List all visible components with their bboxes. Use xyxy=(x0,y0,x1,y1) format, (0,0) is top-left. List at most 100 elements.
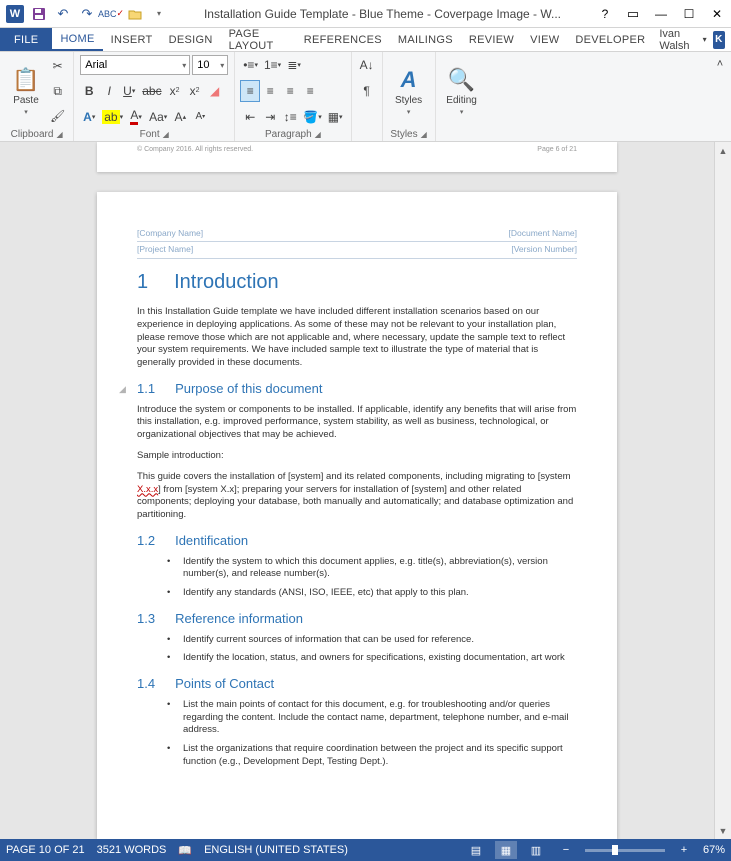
copy-button[interactable]: ⧉ xyxy=(48,81,67,101)
borders-button[interactable]: ▦▾ xyxy=(326,107,345,127)
font-size-select[interactable]: 10▾ xyxy=(192,55,228,75)
tab-developer[interactable]: DEVELOPER xyxy=(567,28,653,51)
tab-page-layout[interactable]: PAGE LAYOUT xyxy=(221,28,296,51)
zoom-slider[interactable] xyxy=(585,849,665,852)
status-page[interactable]: PAGE 10 OF 21 xyxy=(6,844,85,856)
styles-launcher[interactable]: ◢ xyxy=(421,130,427,139)
text-effects-button[interactable]: A▾ xyxy=(80,107,98,127)
clear-format-button[interactable]: ◢ xyxy=(206,81,224,101)
tab-references[interactable]: REFERENCES xyxy=(296,28,390,51)
cut-button[interactable]: ✂ xyxy=(48,56,67,76)
align-right-button[interactable]: ≡ xyxy=(281,81,299,101)
spacing-icon: ↕≡ xyxy=(284,110,297,124)
strikethrough-button[interactable]: abc xyxy=(140,81,163,101)
align-left-button[interactable]: ≡ xyxy=(241,81,259,101)
clipboard-icon: 📋 xyxy=(12,67,39,93)
align-center-icon: ≡ xyxy=(267,84,274,98)
zoom-in-button[interactable]: + xyxy=(673,841,695,859)
view-print-button[interactable]: ▦ xyxy=(495,841,517,859)
list-item: List the main points of contact for this… xyxy=(167,699,577,737)
zoom-out-button[interactable]: − xyxy=(555,841,577,859)
numbering-button[interactable]: 1≡▾ xyxy=(262,55,283,75)
close-button[interactable]: ✕ xyxy=(703,3,731,25)
save-button[interactable] xyxy=(28,3,50,25)
ribbon-options-button[interactable]: ▭ xyxy=(619,3,647,25)
header-project: [Project Name] xyxy=(137,244,193,255)
scroll-down-button[interactable]: ▼ xyxy=(715,822,731,839)
bullets-button[interactable]: •≡▾ xyxy=(241,55,260,75)
quick-access-toolbar: W ↶ ↷ ABC✓ ▾ xyxy=(0,3,174,25)
styles-button[interactable]: A Styles ▾ xyxy=(389,54,429,128)
tab-mailings[interactable]: MAILINGS xyxy=(390,28,461,51)
document-page[interactable]: [Company Name] [Document Name] [Project … xyxy=(97,192,617,839)
tab-insert[interactable]: INSERT xyxy=(103,28,161,51)
tab-review[interactable]: REVIEW xyxy=(461,28,522,51)
change-case-button[interactable]: Aa▾ xyxy=(147,107,169,127)
view-web-button[interactable]: ▥ xyxy=(525,841,547,859)
decrease-indent-button[interactable]: ⇤ xyxy=(241,107,259,127)
word-app-icon[interactable]: W xyxy=(4,3,26,25)
footer-page-number: Page 6 of 21 xyxy=(537,146,577,153)
justify-button[interactable]: ≡ xyxy=(301,81,319,101)
highlight-button[interactable]: ab▾ xyxy=(100,107,125,127)
open-button[interactable] xyxy=(124,3,146,25)
font-name-select[interactable]: Arial▾ xyxy=(80,55,190,75)
title-bar: W ↶ ↷ ABC✓ ▾ Installation Guide Template… xyxy=(0,0,731,28)
paragraph-launcher[interactable]: ◢ xyxy=(315,130,321,139)
collapse-ribbon-button[interactable]: ˄ xyxy=(711,54,729,74)
status-language[interactable]: ENGLISH (UNITED STATES) xyxy=(204,844,348,856)
user-account[interactable]: Ivan Walsh ▾ K xyxy=(653,28,731,51)
align-left-icon: ≡ xyxy=(247,84,254,98)
s3-bullets: Identify current sources of information … xyxy=(137,634,577,666)
zoom-level[interactable]: 67% xyxy=(703,844,725,856)
italic-button[interactable]: I xyxy=(100,81,118,101)
format-painter-button[interactable]: 🖌 xyxy=(48,106,67,126)
shading-button[interactable]: 🪣▾ xyxy=(301,107,323,127)
minimize-button[interactable]: — xyxy=(647,3,675,25)
redo-button[interactable]: ↷ xyxy=(76,3,98,25)
underline-button[interactable]: U▾ xyxy=(120,81,138,101)
numbering-icon: 1≡ xyxy=(264,58,278,72)
group-styles: A Styles ▾ Styles◢ xyxy=(383,52,436,141)
line-spacing-button[interactable]: ↕≡ xyxy=(281,107,299,127)
s1-p3: This guide covers the installation of [s… xyxy=(137,471,577,522)
previous-page-bottom: © Company 2016. All rights reserved. Pag… xyxy=(97,142,617,172)
editing-button[interactable]: 🔍 Editing ▾ xyxy=(442,54,482,128)
view-read-button[interactable]: ▤ xyxy=(465,841,487,859)
heading-1-1: ◢ 1.1Purpose of this document xyxy=(137,380,577,398)
increase-indent-button[interactable]: ⇥ xyxy=(261,107,279,127)
status-proofing-icon[interactable]: 📖 xyxy=(178,844,192,857)
indent-icon: ⇥ xyxy=(265,110,275,124)
subscript-button[interactable]: x2 xyxy=(166,81,184,101)
font-color-button[interactable]: A▾ xyxy=(127,107,145,127)
tab-home[interactable]: HOME xyxy=(52,28,102,51)
clipboard-launcher[interactable]: ◢ xyxy=(56,130,62,139)
grow-font-button[interactable]: A▴ xyxy=(171,107,189,127)
group-paragraph: •≡▾ 1≡▾ ≣▾ ≡ ≡ ≡ ≡ ⇤ ⇥ ↕≡ 🪣▾ ▦▾ Paragrap… xyxy=(235,52,351,141)
spellcheck-button[interactable]: ABC✓ xyxy=(100,3,122,25)
shrink-font-button[interactable]: A▾ xyxy=(191,107,209,127)
help-button[interactable]: ? xyxy=(591,3,619,25)
undo-button[interactable]: ↶ xyxy=(52,3,74,25)
superscript-button[interactable]: x2 xyxy=(186,81,204,101)
tab-design[interactable]: DESIGN xyxy=(161,28,221,51)
tab-view[interactable]: VIEW xyxy=(522,28,567,51)
align-center-button[interactable]: ≡ xyxy=(261,81,279,101)
maximize-button[interactable]: ☐ xyxy=(675,3,703,25)
paste-button[interactable]: 📋 Paste ▾ xyxy=(6,54,46,128)
zoom-thumb[interactable] xyxy=(612,845,618,855)
outdent-icon: ⇤ xyxy=(245,110,255,124)
collapse-triangle-icon[interactable]: ◢ xyxy=(119,383,126,395)
font-launcher[interactable]: ◢ xyxy=(163,130,169,139)
sort-button[interactable]: A↓ xyxy=(358,55,376,75)
scroll-up-button[interactable]: ▲ xyxy=(715,142,731,159)
show-marks-button[interactable]: ¶ xyxy=(358,81,376,101)
vertical-scrollbar[interactable]: ▲ ▼ xyxy=(714,142,731,839)
qat-customize-button[interactable]: ▾ xyxy=(148,3,170,25)
multilevel-button[interactable]: ≣▾ xyxy=(285,55,303,75)
ribbon-tabs: FILE HOME INSERT DESIGN PAGE LAYOUT REFE… xyxy=(0,28,731,52)
bold-button[interactable]: B xyxy=(80,81,98,101)
status-words[interactable]: 3521 WORDS xyxy=(97,844,167,856)
paragraph-group-label: Paragraph xyxy=(265,129,312,140)
tab-file[interactable]: FILE xyxy=(0,28,52,51)
